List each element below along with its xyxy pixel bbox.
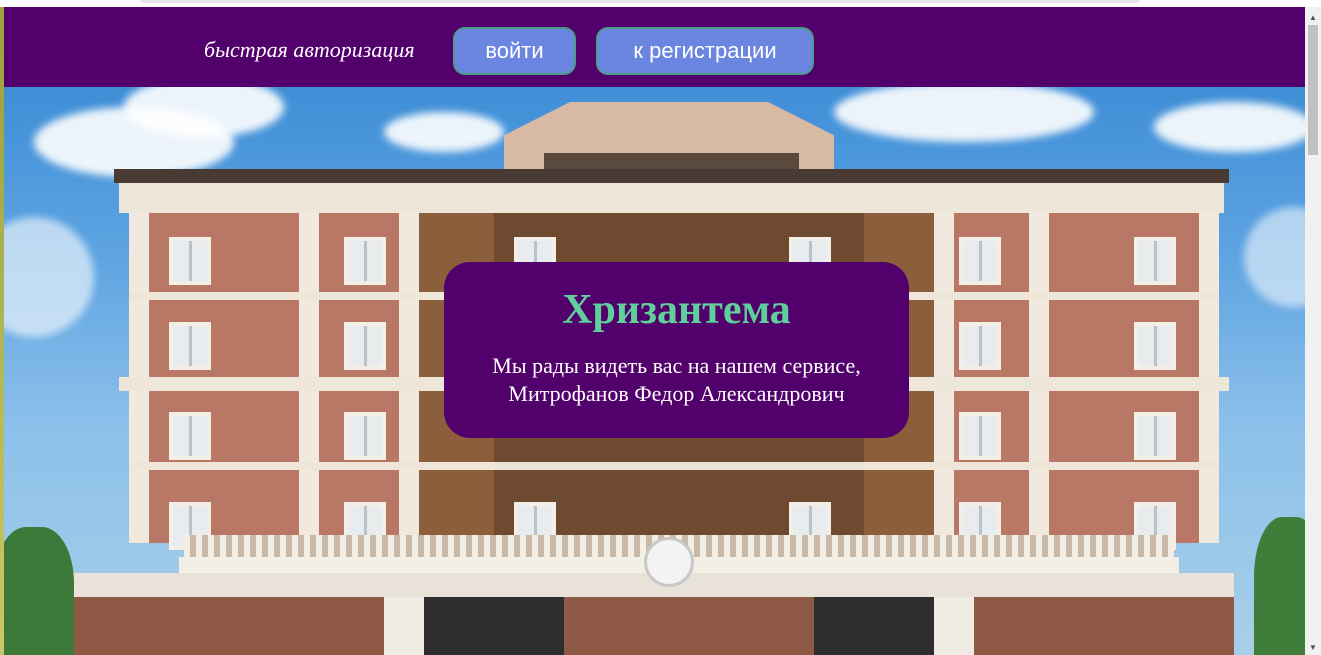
scroll-up-icon[interactable]: ▲ xyxy=(1305,9,1321,25)
top-strip xyxy=(0,0,1305,7)
hero-section: Хризантема Мы рады видеть вас на нашем с… xyxy=(4,87,1305,655)
register-button[interactable]: к регистрации xyxy=(596,27,814,75)
welcome-card: Хризантема Мы рады видеть вас на нашем с… xyxy=(444,262,909,438)
scroll-down-icon[interactable]: ▼ xyxy=(1305,639,1321,655)
browser-viewport: быстрая авторизация войти к регистрации xyxy=(0,0,1321,655)
site-title: Хризантема xyxy=(562,287,791,333)
welcome-message: Мы рады видеть вас на нашем сервисе, Мит… xyxy=(444,352,909,408)
scroll-thumb[interactable] xyxy=(1308,25,1318,155)
user-full-name: Митрофанов Федор Александрович xyxy=(508,381,845,406)
quick-auth-label: быстрая авторизация xyxy=(204,37,415,62)
site-header: быстрая авторизация войти к регистрации xyxy=(4,7,1305,87)
login-button[interactable]: войти xyxy=(453,27,576,75)
vertical-scrollbar[interactable]: ▲ ▼ xyxy=(1305,7,1321,655)
welcome-line-1: Мы рады видеть вас на нашем сервисе, xyxy=(492,353,861,378)
top-strip-line xyxy=(140,0,1140,3)
